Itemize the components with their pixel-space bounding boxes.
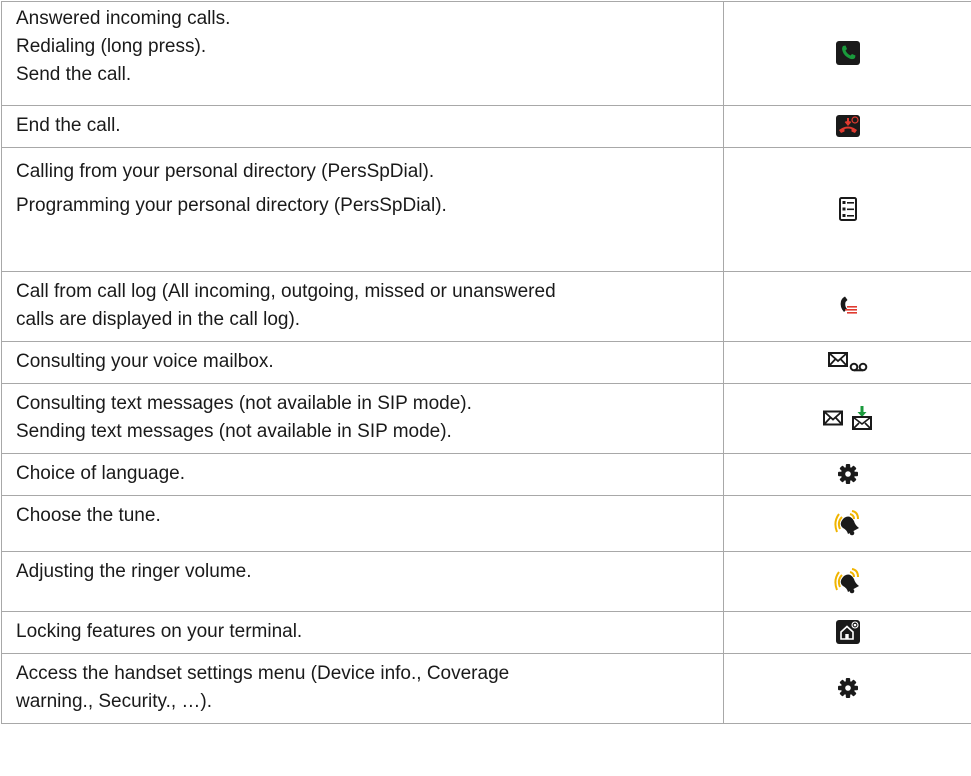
icon-cell [723, 341, 971, 384]
description-line: Choose the tune. [16, 505, 161, 526]
description-line: Answered incoming calls. [16, 8, 231, 29]
table-row: Locking features on your terminal. [1, 611, 971, 654]
icon-cell [723, 271, 971, 342]
description-line: Consulting your voice mailbox. [16, 351, 274, 372]
icon-cell [723, 495, 971, 552]
directory-list-icon [838, 197, 857, 222]
description-line: End the call. [16, 115, 121, 136]
table-row: Call from call log (All incoming, outgoi… [1, 271, 971, 342]
description-line: Calling from your personal directory (Pe… [16, 161, 435, 182]
feature-table: Answered incoming calls. Redialing (long… [1, 1, 971, 724]
icon-cell [723, 1, 971, 106]
icon-cell [723, 453, 971, 496]
description-cell: Consulting your voice mailbox. [1, 341, 724, 384]
description-cell: Call from call log (All incoming, outgoi… [1, 271, 724, 342]
description-cell: Choose the tune. [1, 495, 724, 552]
description-cell: Choice of language. [1, 453, 724, 496]
table-row: Answered incoming calls. Redialing (long… [1, 1, 971, 106]
table-row: End the call. [1, 105, 971, 148]
description-cell: Answered incoming calls. Redialing (long… [1, 1, 724, 106]
table-row: Choose the tune. [1, 495, 971, 552]
call-log-icon [838, 296, 858, 316]
envelope-download-icon [852, 405, 873, 431]
description-line: Redialing (long press). [16, 36, 207, 57]
table-row: Access the handset settings menu (Device… [1, 653, 971, 724]
table-row: Adjusting the ringer volume. [1, 551, 971, 612]
icon-cell [723, 383, 971, 454]
gear-icon [837, 678, 858, 699]
ringing-bell-icon [833, 510, 862, 536]
description-cell: Calling from your personal directory (Pe… [1, 147, 724, 272]
red-hangup-icon [835, 115, 860, 138]
description-line: calls are displayed in the call log). [16, 309, 301, 330]
ringing-bell-icon [833, 568, 862, 594]
envelope-voicemail-icon [827, 351, 868, 373]
icon-cell [723, 105, 971, 148]
table-row: Consulting text messages (not available … [1, 383, 971, 454]
icon-cell [723, 551, 971, 612]
envelope-icon [822, 410, 843, 426]
icon-cell [723, 147, 971, 272]
description-cell: Access the handset settings menu (Device… [1, 653, 724, 724]
home-lock-icon [835, 620, 860, 645]
description-cell: Consulting text messages (not available … [1, 383, 724, 454]
description-line: Adjusting the ringer volume. [16, 561, 252, 582]
description-line: Access the handset settings menu (Device… [16, 663, 510, 684]
icon-cell [723, 611, 971, 654]
description-line: Programming your personal directory (Per… [16, 195, 447, 216]
description-line: Call from call log (All incoming, outgoi… [16, 281, 556, 302]
green-phone-icon [835, 41, 860, 66]
table-row: Choice of language. [1, 453, 971, 496]
description-line: Locking features on your terminal. [16, 621, 303, 642]
description-cell: Locking features on your terminal. [1, 611, 724, 654]
description-line: warning., Security., …). [16, 691, 213, 712]
icon-cell [723, 653, 971, 724]
description-cell: End the call. [1, 105, 724, 148]
table-row: Calling from your personal directory (Pe… [1, 147, 971, 272]
description-line: Send the call. [16, 64, 132, 85]
description-cell: Adjusting the ringer volume. [1, 551, 724, 612]
gear-icon [837, 464, 858, 485]
table-row: Consulting your voice mailbox. [1, 341, 971, 384]
description-line: Sending text messages (not available in … [16, 421, 452, 442]
description-line: Consulting text messages (not available … [16, 393, 472, 414]
description-line: Choice of language. [16, 463, 186, 484]
